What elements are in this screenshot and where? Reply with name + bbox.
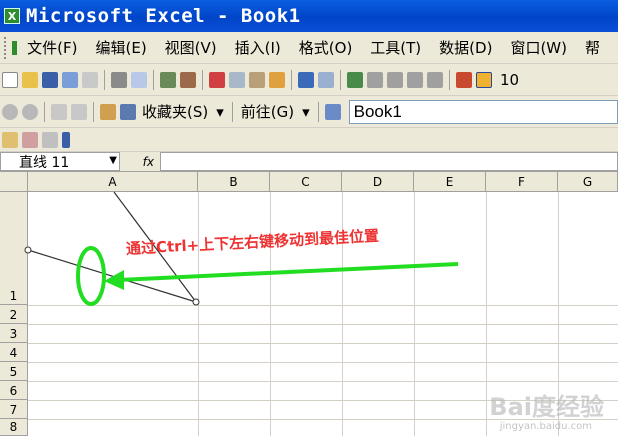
- excel-window: { "window": { "title": "Microsoft Excel …: [0, 0, 618, 436]
- arrow-head-icon: [104, 270, 124, 290]
- highlight-circle: [76, 246, 106, 306]
- watermark-logo: Bai度经验: [489, 393, 604, 421]
- watermark-url: jingyan.baidu.com: [499, 421, 592, 432]
- drawing-overlay: [24, 191, 459, 306]
- line-handle-start[interactable]: [24, 246, 32, 254]
- line-handle-end[interactable]: [192, 298, 200, 306]
